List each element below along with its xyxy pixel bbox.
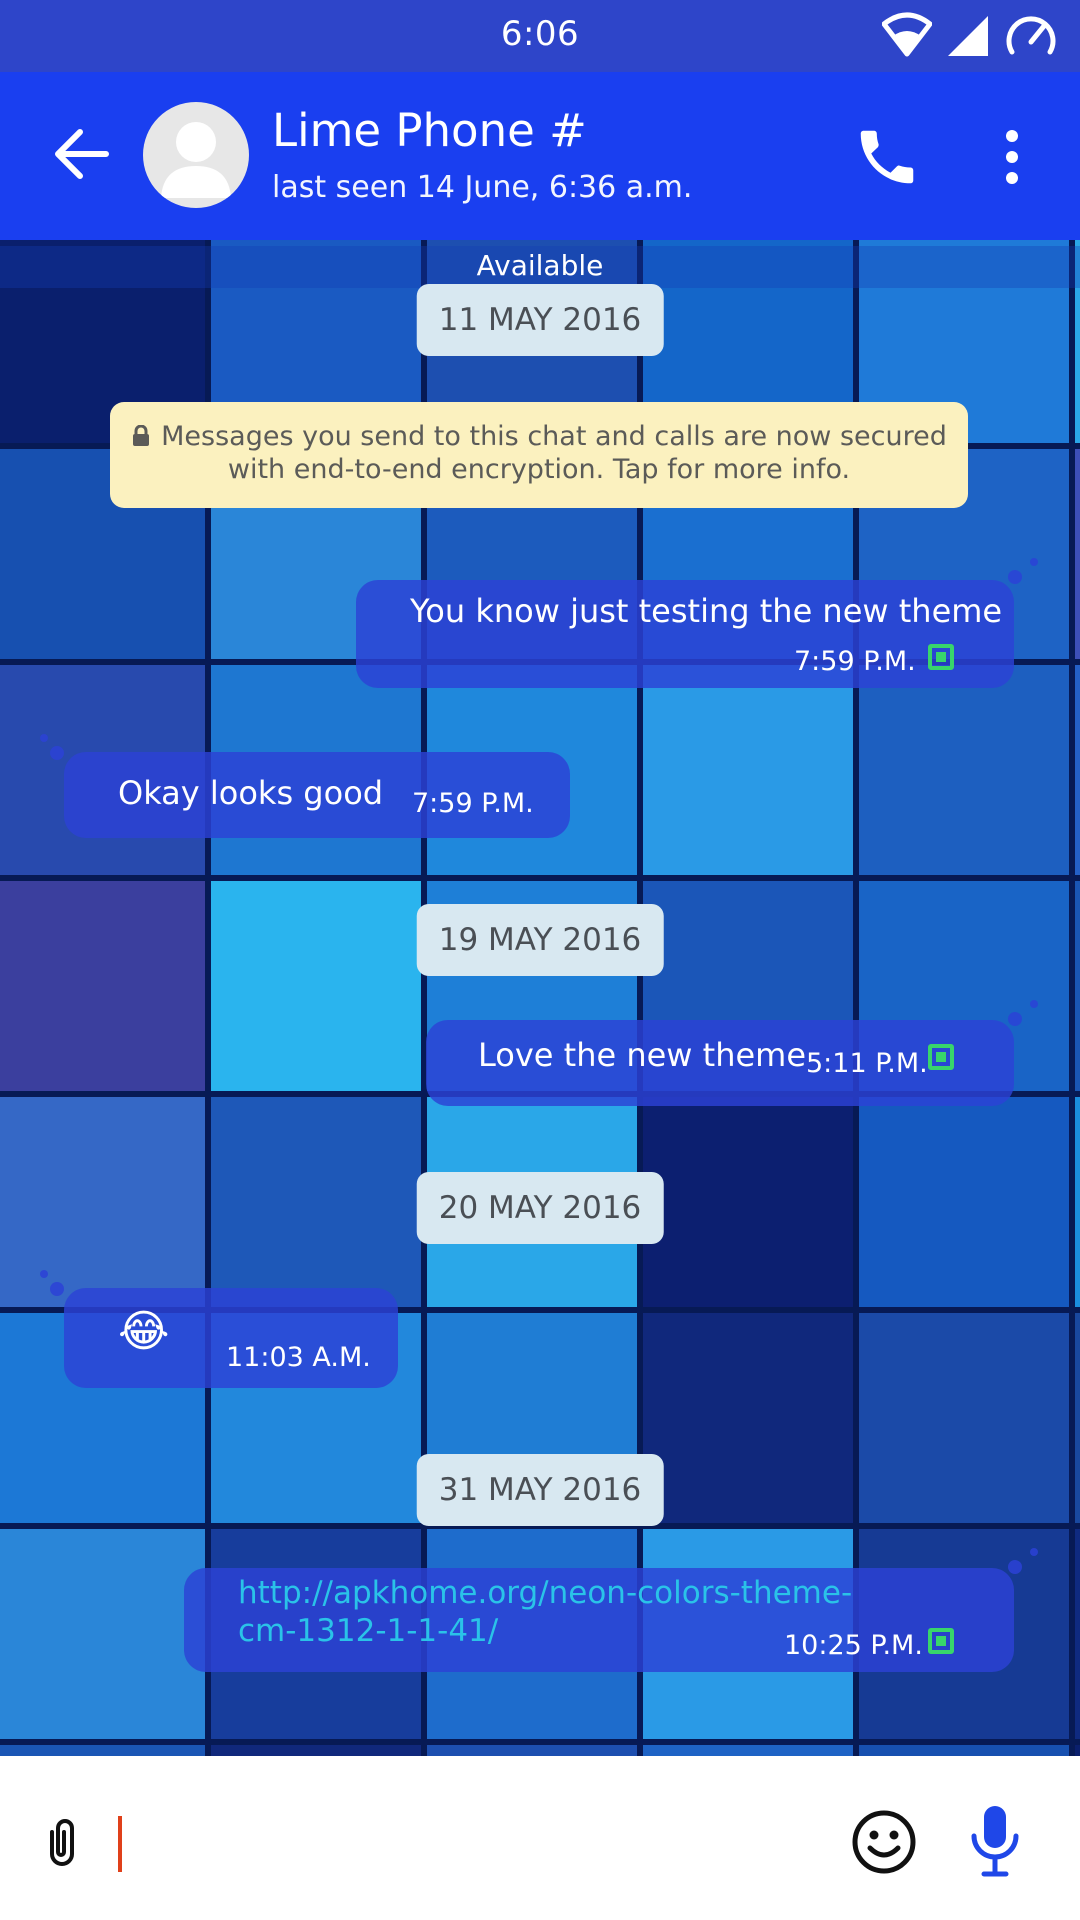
message-time: 7:59 P.M.	[412, 788, 534, 819]
message-bubble-outgoing[interactable]: Love the new theme 5:11 P.M.	[426, 1020, 1014, 1106]
message-text: Love the new theme	[478, 1036, 807, 1074]
paperclip-icon	[50, 1819, 74, 1866]
last-seen-status: last seen 14 June, 6:36 a.m.	[272, 170, 693, 205]
emoji-message: 😂	[118, 1306, 170, 1357]
message-bubble-outgoing[interactable]: You know just testing the new theme 7:59…	[356, 580, 1014, 688]
voice-record-button[interactable]	[962, 1804, 1028, 1878]
call-button[interactable]	[852, 122, 922, 192]
lock-icon	[133, 425, 150, 446]
status-icons	[882, 12, 1058, 58]
avatar[interactable]	[143, 102, 249, 208]
message-time: 10:25 P.M.	[784, 1630, 923, 1661]
text-cursor	[118, 1816, 122, 1872]
composer-bar	[0, 1756, 1080, 1920]
contact-name[interactable]: Lime Phone #	[272, 104, 587, 157]
encryption-notice-line1: Messages you send to this chat and calls…	[110, 420, 968, 453]
message-bubble-incoming[interactable]: Okay looks good 7:59 P.M.	[64, 752, 570, 838]
message-bubble-incoming[interactable]: 😂 11:03 A.M.	[64, 1288, 398, 1388]
back-arrow-icon	[55, 129, 109, 179]
back-button[interactable]	[48, 118, 120, 190]
emoji-button[interactable]	[850, 1808, 918, 1876]
microphone-icon	[971, 1806, 1019, 1877]
data-saver-icon	[1006, 16, 1056, 55]
message-time: 7:59 P.M.	[794, 646, 916, 677]
avatar-placeholder-icon	[161, 122, 231, 198]
encryption-notice[interactable]: Messages you send to this chat and calls…	[110, 402, 968, 508]
status-available: Available	[0, 246, 1080, 288]
status-bar: 6:06	[0, 0, 1080, 72]
chat-area[interactable]: Available 11 MAY 2016 Messages you send …	[0, 240, 1080, 1756]
message-bubble-outgoing[interactable]: http://apkhome.org/neon-colors-theme- cm…	[184, 1568, 1014, 1672]
smiley-icon	[852, 1810, 916, 1874]
date-divider: 19 MAY 2016	[416, 904, 664, 976]
read-receipt-icon	[928, 1044, 954, 1070]
encryption-notice-line2: with end-to-end encryption. Tap for more…	[227, 454, 851, 485]
message-link[interactable]: http://apkhome.org/neon-colors-theme- cm…	[238, 1574, 852, 1650]
message-link-line2: cm-1312-1-1-41/	[238, 1613, 499, 1649]
message-time: 11:03 A.M.	[226, 1342, 371, 1373]
date-divider: 11 MAY 2016	[416, 284, 664, 356]
message-text: Okay looks good	[118, 774, 384, 812]
read-receipt-icon	[928, 644, 954, 670]
wifi-icon	[882, 12, 932, 57]
signal-icon	[948, 16, 988, 56]
date-divider: 31 MAY 2016	[416, 1454, 664, 1526]
more-vert-icon	[1006, 130, 1018, 184]
phone-icon	[860, 130, 914, 184]
message-input[interactable]	[110, 1812, 814, 1874]
message-link-line1: http://apkhome.org/neon-colors-theme-	[238, 1575, 853, 1611]
date-divider: 20 MAY 2016	[416, 1172, 664, 1244]
attach-button[interactable]	[38, 1814, 86, 1870]
message-time: 5:11 P.M.	[806, 1048, 928, 1079]
read-receipt-icon	[928, 1628, 954, 1654]
app-bar: Lime Phone # last seen 14 June, 6:36 a.m…	[0, 72, 1080, 240]
message-text: You know just testing the new theme	[410, 592, 1003, 630]
more-options-button[interactable]	[992, 122, 1032, 192]
